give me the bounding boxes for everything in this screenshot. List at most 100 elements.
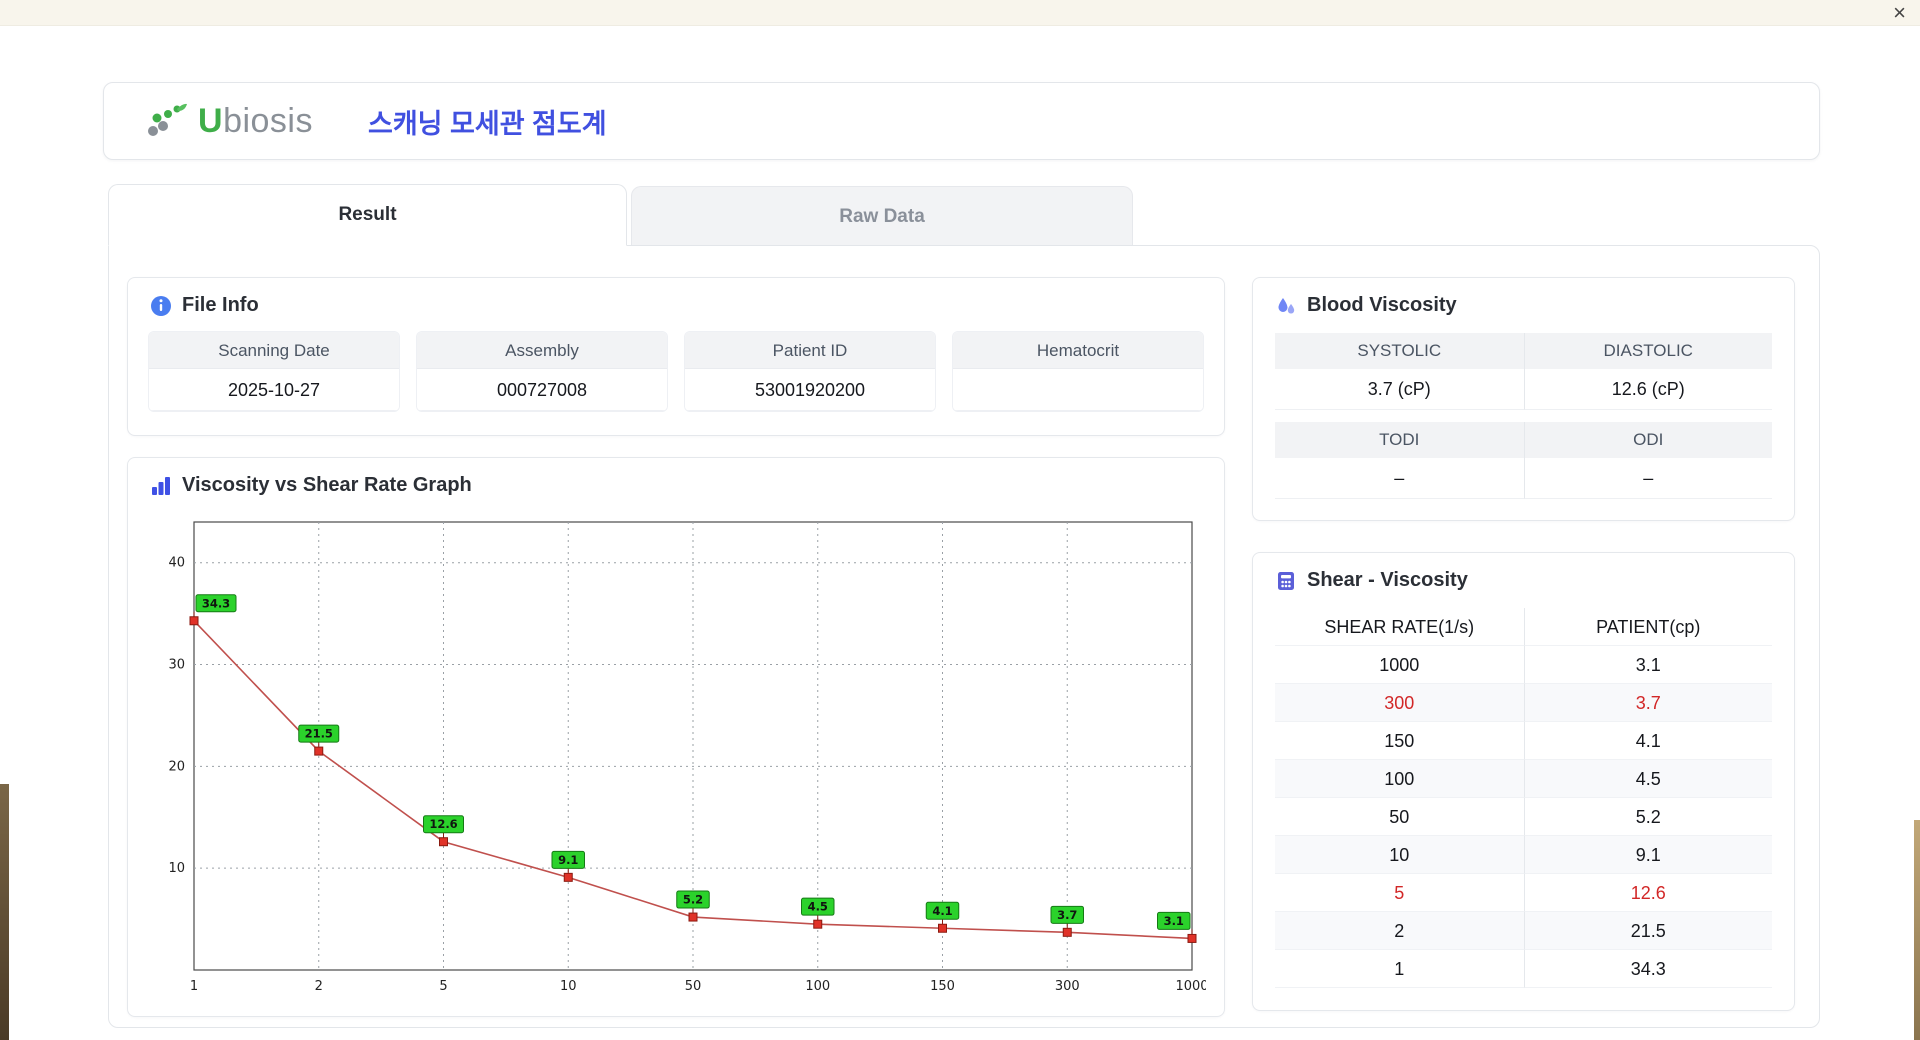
droplet-icon bbox=[1278, 297, 1295, 313]
window-titlebar: × bbox=[0, 0, 1920, 26]
svg-text:3.7: 3.7 bbox=[1057, 908, 1077, 922]
app-header: Ubiosis 스캐닝 모세관 점도계 bbox=[103, 82, 1820, 160]
svg-text:9.1: 9.1 bbox=[558, 853, 578, 867]
shear-cell: 2 bbox=[1275, 912, 1524, 950]
page-title: 스캐닝 모세관 점도계 bbox=[368, 108, 607, 139]
svg-text:4.5: 4.5 bbox=[808, 900, 828, 914]
svg-text:5.2: 5.2 bbox=[683, 893, 703, 907]
shear-viscosity-title: Shear - Viscosity bbox=[1253, 553, 1794, 602]
table-header-row: TODI ODI bbox=[1275, 422, 1772, 458]
shear-cell: 10 bbox=[1275, 836, 1524, 874]
shear-cell: 100 bbox=[1275, 760, 1524, 798]
table-row: 50 5.2 bbox=[1275, 798, 1772, 836]
shear-viscosity-table: SHEAR RATE(1/s) PATIENT(cp) 1000 3.1 300… bbox=[1275, 608, 1772, 988]
info-icon bbox=[151, 295, 171, 316]
svg-text:150: 150 bbox=[930, 979, 955, 994]
shear-cell: 5 bbox=[1275, 874, 1524, 912]
svg-text:1: 1 bbox=[190, 979, 198, 994]
field-label: Patient ID bbox=[685, 332, 935, 369]
shear-viscosity-card: Shear - Viscosity SHEAR RATE(1/s) PATIEN… bbox=[1252, 552, 1795, 1011]
file-info-title-text: File Info bbox=[182, 294, 259, 316]
svg-text:10: 10 bbox=[168, 861, 185, 876]
field-scanning-date: Scanning Date 2025-10-27 bbox=[148, 331, 400, 412]
field-value: 000727008 bbox=[417, 369, 667, 411]
table-row: 1000 3.1 bbox=[1275, 646, 1772, 684]
table-row: 10 9.1 bbox=[1275, 836, 1772, 874]
field-assembly: Assembly 000727008 bbox=[416, 331, 668, 412]
patient-cell: 34.3 bbox=[1523, 950, 1772, 988]
diastolic-value: 12.6 (cP) bbox=[1523, 369, 1772, 410]
patient-cell: 9.1 bbox=[1523, 836, 1772, 874]
odi-value: – bbox=[1523, 458, 1772, 499]
svg-text:5: 5 bbox=[439, 979, 447, 994]
viscosity-graph-card: Viscosity vs Shear Rate Graph 10 20 30 40 1 2… bbox=[127, 457, 1225, 1017]
column-header: DIASTOLIC bbox=[1523, 333, 1772, 369]
file-info-fields: Scanning Date 2025-10-27 Assembly 000727… bbox=[148, 331, 1204, 412]
close-icon[interactable]: × bbox=[1893, 0, 1906, 26]
table-row: 2 21.5 bbox=[1275, 912, 1772, 950]
field-label: Assembly bbox=[417, 332, 667, 369]
table-row: 5 12.6 bbox=[1275, 874, 1772, 912]
patient-cell: 5.2 bbox=[1523, 798, 1772, 836]
desktop-background-right bbox=[1914, 820, 1920, 1040]
field-value: 2025-10-27 bbox=[149, 369, 399, 411]
field-label: Scanning Date bbox=[149, 332, 399, 369]
table-row: 100 4.5 bbox=[1275, 760, 1772, 798]
graph-title-text: Viscosity vs Shear Rate Graph bbox=[182, 474, 472, 496]
patient-cell: 4.5 bbox=[1523, 760, 1772, 798]
blood-viscosity-title: Blood Viscosity bbox=[1253, 278, 1794, 327]
svg-text:100: 100 bbox=[805, 979, 830, 994]
table-row: 150 4.1 bbox=[1275, 722, 1772, 760]
file-info-card: File Info Scanning Date 2025-10-27 Assem… bbox=[127, 277, 1225, 436]
graph-title: Viscosity vs Shear Rate Graph bbox=[128, 458, 1224, 507]
blood-viscosity-table: SYSTOLIC DIASTOLIC 3.7 (cP) 12.6 (cP) TO… bbox=[1275, 333, 1772, 499]
patient-cell: 21.5 bbox=[1523, 912, 1772, 950]
result-panel: File Info Scanning Date 2025-10-27 Assem… bbox=[108, 245, 1820, 1028]
tab-raw-data[interactable]: Raw Data bbox=[631, 186, 1133, 246]
field-value bbox=[953, 369, 1203, 411]
divider bbox=[1275, 410, 1772, 422]
viscosity-shear-chart: 10 20 30 40 1 2 5 10 50 100 150 300 1000 34.3 21.5 12.6… bbox=[168, 521, 1206, 994]
patient-cell: 12.6 bbox=[1523, 874, 1772, 912]
column-header: TODI bbox=[1275, 422, 1524, 458]
svg-text:34.3: 34.3 bbox=[202, 596, 230, 610]
systolic-value: 3.7 (cP) bbox=[1275, 369, 1524, 410]
svg-text:40: 40 bbox=[168, 556, 185, 571]
column-header: SHEAR RATE(1/s) bbox=[1275, 608, 1524, 646]
table-row: 300 3.7 bbox=[1275, 684, 1772, 722]
blood-viscosity-card: Blood Viscosity SYSTOLIC DIASTOLIC 3.7 (… bbox=[1252, 277, 1795, 521]
desktop-background-left bbox=[0, 784, 9, 1040]
patient-cell: 3.7 bbox=[1523, 684, 1772, 722]
patient-cell: 3.1 bbox=[1523, 646, 1772, 684]
calculator-icon bbox=[1278, 571, 1294, 590]
field-patient-id: Patient ID 53001920200 bbox=[684, 331, 936, 412]
shear-cell: 150 bbox=[1275, 722, 1524, 760]
svg-text:30: 30 bbox=[168, 658, 185, 673]
field-value: 53001920200 bbox=[685, 369, 935, 411]
svg-text:12.6: 12.6 bbox=[429, 817, 457, 831]
blood-viscosity-title-text: Blood Viscosity bbox=[1307, 294, 1457, 316]
field-label: Hematocrit bbox=[953, 332, 1203, 369]
file-info-title: File Info bbox=[128, 278, 1224, 327]
ubiosis-logo-icon bbox=[148, 103, 187, 136]
shear-cell: 300 bbox=[1275, 684, 1524, 722]
shear-cell: 1000 bbox=[1275, 646, 1524, 684]
svg-text:20: 20 bbox=[168, 759, 185, 774]
table-row: 1 34.3 bbox=[1275, 950, 1772, 988]
field-hematocrit: Hematocrit bbox=[952, 331, 1204, 412]
shear-cell: 50 bbox=[1275, 798, 1524, 836]
table-header-row: SHEAR RATE(1/s) PATIENT(cp) bbox=[1275, 608, 1772, 646]
shear-viscosity-title-text: Shear - Viscosity bbox=[1307, 569, 1468, 591]
svg-text:1000: 1000 bbox=[1175, 979, 1206, 994]
table-row: 3.7 (cP) 12.6 (cP) bbox=[1275, 369, 1772, 410]
patient-cell: 4.1 bbox=[1523, 722, 1772, 760]
ubiosis-logo: Ubiosis bbox=[144, 101, 313, 141]
svg-text:4.1: 4.1 bbox=[932, 904, 952, 918]
svg-text:3.1: 3.1 bbox=[1164, 914, 1184, 928]
table-row: – – bbox=[1275, 458, 1772, 499]
column-header: ODI bbox=[1523, 422, 1772, 458]
todi-value: – bbox=[1275, 458, 1524, 499]
bar-chart-icon bbox=[152, 476, 170, 495]
tab-result[interactable]: Result bbox=[108, 184, 627, 246]
svg-text:10: 10 bbox=[560, 979, 577, 994]
